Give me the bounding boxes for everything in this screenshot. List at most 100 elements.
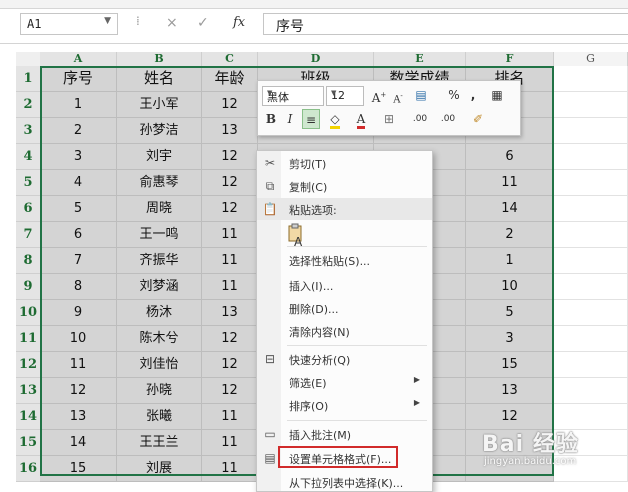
menu-item-1[interactable]: ⧉ 复制(C) xyxy=(257,175,432,197)
menu-item-0[interactable]: ✂ 剪切(T) xyxy=(257,152,432,174)
font-color-icon[interactable]: A xyxy=(350,109,372,129)
table-cell[interactable]: 刘佳怡 xyxy=(117,352,202,378)
table-cell[interactable]: 12 xyxy=(202,170,258,196)
table-cell[interactable]: 12 xyxy=(40,378,117,404)
header-cell[interactable]: 序号 xyxy=(40,66,117,92)
row-header-9[interactable]: 9 xyxy=(16,274,41,300)
table-cell[interactable] xyxy=(554,300,628,326)
menu-item-4[interactable]: 插入(I)... xyxy=(257,274,432,296)
table-cell[interactable]: 15 xyxy=(40,456,117,482)
row-header-2[interactable]: 2 xyxy=(16,92,41,118)
menu-item-10[interactable]: ▭ 插入批注(M) xyxy=(257,423,432,445)
chevron-down-icon[interactable]: ▼ xyxy=(104,16,111,26)
row-header-1[interactable]: 1 xyxy=(16,66,41,92)
table-cell[interactable] xyxy=(554,196,628,222)
row-header-7[interactable]: 7 xyxy=(16,222,41,248)
table-cell[interactable]: 15 xyxy=(466,352,554,378)
table-cell[interactable]: 13 xyxy=(466,378,554,404)
chevron-down-icon[interactable]: ▼ xyxy=(331,89,361,97)
table-cell[interactable]: 3 xyxy=(466,326,554,352)
table-cell[interactable] xyxy=(554,352,628,378)
borders-icon[interactable]: ⊞ xyxy=(378,109,400,129)
table-cell[interactable]: 王小军 xyxy=(117,92,202,118)
table-cell[interactable]: 13 xyxy=(202,118,258,144)
table-cell[interactable]: 张曦 xyxy=(117,404,202,430)
bold-button[interactable]: B xyxy=(262,109,280,129)
font-size-box[interactable]: 12 ▼ xyxy=(326,86,364,106)
decrease-decimal-button[interactable]: .00 xyxy=(436,109,460,129)
row-header-13[interactable]: 13 xyxy=(16,378,41,404)
table-cell[interactable]: 11 xyxy=(202,456,258,482)
table-cell[interactable]: 3 xyxy=(40,144,117,170)
formula-input[interactable]: 序号 xyxy=(263,13,628,35)
table-cell[interactable]: 10 xyxy=(466,274,554,300)
table-cell[interactable]: 陈木兮 xyxy=(117,326,202,352)
table-cell[interactable]: 刘梦涵 xyxy=(117,274,202,300)
table-cell[interactable]: 1 xyxy=(40,92,117,118)
table-cell[interactable]: 11 xyxy=(202,430,258,456)
table-cell[interactable]: 6 xyxy=(466,144,554,170)
table-cell[interactable]: 5 xyxy=(466,300,554,326)
table-cell[interactable]: 刘展 xyxy=(117,456,202,482)
menu-item-8[interactable]: 筛选(E) ▶ xyxy=(257,371,432,393)
row-header-14[interactable]: 14 xyxy=(16,404,41,430)
table-cell[interactable]: 12 xyxy=(202,378,258,404)
row-header-10[interactable]: 10 xyxy=(16,300,41,326)
table-cell[interactable]: 6 xyxy=(40,222,117,248)
increase-font-size-icon[interactable]: A+ xyxy=(370,85,388,105)
table-cell[interactable]: 11 xyxy=(202,274,258,300)
row-header-6[interactable]: 6 xyxy=(16,196,41,222)
name-box[interactable]: A1 ▼ xyxy=(20,13,118,35)
header-cell[interactable]: 姓名 xyxy=(117,66,202,92)
header-cell[interactable] xyxy=(554,66,628,92)
table-cell[interactable]: 8 xyxy=(40,274,117,300)
table-cell[interactable]: 2 xyxy=(466,222,554,248)
column-header-a[interactable]: A xyxy=(40,52,117,67)
table-cell[interactable]: 7 xyxy=(40,248,117,274)
table-cell[interactable] xyxy=(554,118,628,144)
select-all-corner[interactable] xyxy=(16,52,41,67)
header-cell[interactable]: 年龄 xyxy=(202,66,258,92)
table-cell[interactable]: 9 xyxy=(40,300,117,326)
enter-check-icon[interactable]: ✓ xyxy=(197,15,209,31)
percent-style-button[interactable]: % xyxy=(446,85,462,105)
cancel-entry-icon[interactable]: × xyxy=(166,15,178,31)
column-header-f[interactable]: F xyxy=(466,52,554,67)
chevron-down-icon[interactable]: ▼ xyxy=(267,89,321,97)
menu-item-3[interactable]: 选择性粘贴(S)... xyxy=(257,249,432,271)
decrease-font-size-icon[interactable]: A- xyxy=(390,86,406,106)
menu-item-5[interactable]: 删除(D)... xyxy=(257,297,432,319)
menu-item-7[interactable]: ⊟ 快速分析(Q) xyxy=(257,348,432,370)
table-cell[interactable]: 11 xyxy=(40,352,117,378)
table-cell[interactable]: 11 xyxy=(202,248,258,274)
table-cell[interactable]: 刘宇 xyxy=(117,144,202,170)
row-header-4[interactable]: 4 xyxy=(16,144,41,170)
table-cell[interactable]: 14 xyxy=(466,196,554,222)
table-cell[interactable]: 4 xyxy=(40,170,117,196)
column-header-g[interactable]: G xyxy=(554,52,628,67)
table-cell[interactable]: 12 xyxy=(202,352,258,378)
table-cell[interactable]: 12 xyxy=(202,92,258,118)
table-cell[interactable]: 孙梦洁 xyxy=(117,118,202,144)
column-header-c[interactable]: C xyxy=(202,52,258,67)
table-cell[interactable]: 周晓 xyxy=(117,196,202,222)
font-name-box[interactable]: 黑体 ▼ xyxy=(262,86,324,106)
align-center-icon[interactable]: ≡ xyxy=(302,109,320,129)
row-header-3[interactable]: 3 xyxy=(16,118,41,144)
fill-color-icon[interactable]: ◇ xyxy=(324,109,346,129)
row-header-16[interactable]: 16 xyxy=(16,456,41,482)
table-cell[interactable]: 11 xyxy=(202,222,258,248)
menu-item-6[interactable]: 清除内容(N) xyxy=(257,320,432,342)
table-cell[interactable]: 孙晓 xyxy=(117,378,202,404)
table-cell[interactable]: 齐振华 xyxy=(117,248,202,274)
table-cell[interactable] xyxy=(554,378,628,404)
table-cell[interactable]: 10 xyxy=(40,326,117,352)
row-header-11[interactable]: 11 xyxy=(16,326,41,352)
increase-decimal-button[interactable]: .00 xyxy=(408,109,432,129)
menu-item-9[interactable]: 排序(O) ▶ xyxy=(257,394,432,416)
table-cell[interactable]: 1 xyxy=(466,248,554,274)
table-cell[interactable]: 13 xyxy=(202,300,258,326)
italic-button[interactable]: I xyxy=(282,109,298,129)
column-header-b[interactable]: B xyxy=(117,52,202,67)
table-cell[interactable]: 2 xyxy=(40,118,117,144)
